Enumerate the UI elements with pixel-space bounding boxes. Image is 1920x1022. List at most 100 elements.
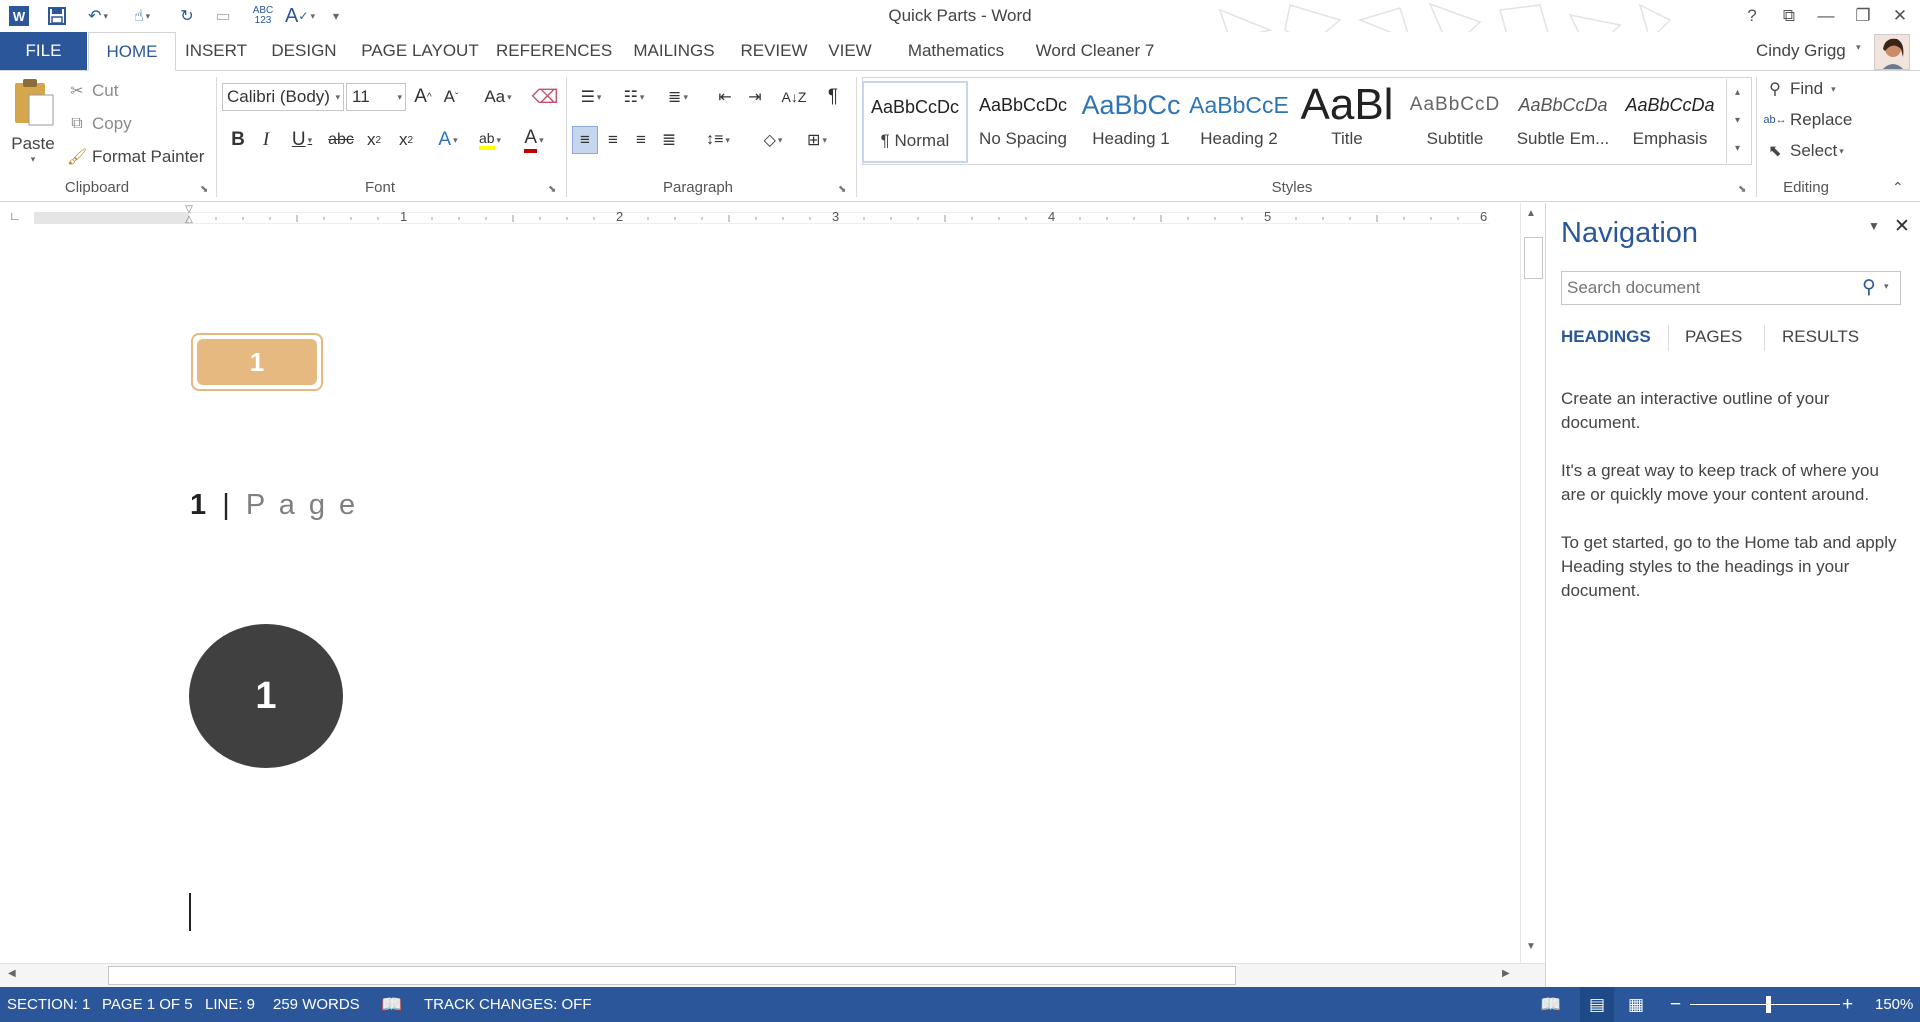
page-number-badge[interactable]: 1 bbox=[191, 333, 323, 391]
borders-icon[interactable]: ⊞ ▾ bbox=[796, 126, 838, 154]
copy-button[interactable]: ⧉ Copy bbox=[66, 113, 131, 135]
select-button[interactable]: ⬉ Select ▾ bbox=[1764, 140, 1843, 162]
styles-launcher-icon[interactable]: ⬊ bbox=[1738, 184, 1746, 195]
close-icon[interactable]: ✕ bbox=[1883, 2, 1917, 30]
tab-references[interactable]: REFERENCES bbox=[496, 32, 612, 70]
document-page[interactable]: 1 1 | P a g e 1 bbox=[0, 233, 1545, 963]
tab-mathematics[interactable]: Mathematics bbox=[896, 32, 1016, 70]
circle-page-number[interactable]: 1 bbox=[189, 624, 343, 768]
comment-icon[interactable]: ▭ bbox=[210, 4, 236, 28]
styles-scroll[interactable]: ▴ ▾ ▾ bbox=[1726, 79, 1748, 163]
tab-review[interactable]: REVIEW bbox=[736, 32, 812, 70]
status-page[interactable]: PAGE 1 OF 5 bbox=[102, 987, 193, 1022]
zoom-in-button[interactable]: + bbox=[1842, 987, 1853, 1022]
paste-dropdown-icon[interactable]: ▾ bbox=[8, 154, 58, 165]
web-layout-icon[interactable]: ▦ bbox=[1628, 987, 1644, 1022]
pane-close-icon[interactable]: ✕ bbox=[1894, 215, 1910, 238]
style-subtitle[interactable]: AaBbCcD Subtitle bbox=[1402, 81, 1508, 163]
style-no-spacing[interactable]: AaBbCcDc No Spacing bbox=[970, 81, 1076, 163]
font-size-dropdown-icon[interactable]: ▾ bbox=[397, 84, 402, 110]
text-effects-icon[interactable]: A ▾ bbox=[430, 126, 466, 154]
tab-insert[interactable]: INSERT bbox=[180, 32, 252, 70]
shrink-font-icon[interactable]: Aˇ bbox=[438, 83, 464, 111]
clear-formatting-icon[interactable]: ⌫ bbox=[532, 83, 559, 111]
scroll-up-icon[interactable]: ▲ bbox=[1526, 208, 1536, 219]
ribbon-display-options-icon[interactable]: ⧉ bbox=[1772, 2, 1806, 30]
tab-home[interactable]: HOME bbox=[88, 32, 176, 71]
font-launcher-icon[interactable]: ⬊ bbox=[548, 184, 556, 195]
align-left-icon[interactable]: ≡ bbox=[572, 126, 598, 154]
horizontal-scrollbar[interactable]: ◀ ▶ bbox=[0, 963, 1545, 987]
tab-selector-icon[interactable]: ∟ bbox=[6, 209, 24, 227]
search-document-box[interactable]: ⚲ ▾ bbox=[1561, 271, 1901, 305]
customize-qat-icon[interactable]: ▾ bbox=[326, 4, 346, 28]
proofing-icon[interactable]: 📖 bbox=[381, 987, 402, 1022]
word-app-icon[interactable]: W bbox=[6, 4, 32, 28]
grow-font-icon[interactable]: A ^ bbox=[410, 83, 436, 111]
search-input[interactable] bbox=[1562, 272, 1852, 304]
search-icon[interactable]: ⚲ bbox=[1862, 276, 1876, 299]
align-center-icon[interactable]: ≡ bbox=[600, 126, 626, 154]
help-icon[interactable]: ? bbox=[1735, 2, 1769, 30]
style-heading-1[interactable]: AaBbCc Heading 1 bbox=[1078, 81, 1184, 163]
styles-more-icon[interactable]: ▾ bbox=[1727, 135, 1748, 163]
style-subtle-emphasis[interactable]: AaBbCcDa Subtle Em... bbox=[1510, 81, 1616, 163]
zoom-out-button[interactable]: − bbox=[1670, 987, 1681, 1022]
change-case-icon[interactable]: Aa ▾ bbox=[476, 83, 520, 111]
restore-icon[interactable]: ❐ bbox=[1846, 2, 1880, 30]
undo-icon[interactable]: ↶ ▾ bbox=[80, 4, 116, 28]
highlight-color-icon[interactable]: ab ▾ bbox=[470, 126, 510, 154]
styles-down-icon[interactable]: ▾ bbox=[1727, 107, 1748, 135]
scroll-left-icon[interactable]: ◀ bbox=[8, 968, 16, 979]
status-track-changes[interactable]: TRACK CHANGES: OFF bbox=[424, 987, 592, 1022]
justify-icon[interactable]: ≣ bbox=[656, 126, 682, 154]
underline-icon[interactable]: U ▾ bbox=[282, 126, 322, 154]
paragraph-launcher-icon[interactable]: ⬊ bbox=[838, 184, 846, 195]
style-emphasis[interactable]: AaBbCcDa Emphasis bbox=[1618, 81, 1722, 163]
spelling-icon[interactable]: ABC 123 bbox=[248, 4, 278, 28]
align-right-icon[interactable]: ≡ bbox=[628, 126, 654, 154]
avatar[interactable] bbox=[1874, 34, 1910, 70]
horizontal-scroll-thumb[interactable] bbox=[108, 966, 1236, 985]
style-title[interactable]: AaBl Title bbox=[1294, 81, 1400, 163]
format-painter-button[interactable]: 🖌 Format Painter bbox=[66, 146, 205, 168]
tab-mailings[interactable]: MAILINGS bbox=[624, 32, 724, 70]
superscript-icon[interactable]: x2 bbox=[392, 126, 420, 154]
show-formatting-icon[interactable]: ¶ bbox=[820, 83, 846, 111]
clipboard-launcher-icon[interactable]: ⬊ bbox=[200, 184, 208, 195]
save-icon[interactable] bbox=[44, 4, 70, 28]
vertical-scroll-thumb[interactable] bbox=[1524, 237, 1543, 279]
shading-icon[interactable]: ◇ ▾ bbox=[752, 126, 794, 154]
tab-file[interactable]: FILE bbox=[0, 32, 87, 70]
vertical-scrollbar[interactable]: ▲ ▼ bbox=[1520, 203, 1545, 963]
style-normal[interactable]: AaBbCcDc ¶ Normal bbox=[862, 81, 968, 163]
search-options-icon[interactable]: ▾ bbox=[1884, 281, 1889, 292]
style-heading-2[interactable]: AaBbCcE Heading 2 bbox=[1186, 81, 1292, 163]
bold-icon[interactable]: B bbox=[226, 126, 250, 154]
scroll-down-icon[interactable]: ▼ bbox=[1526, 941, 1536, 952]
pane-options-icon[interactable]: ▼ bbox=[1868, 219, 1880, 233]
tab-results[interactable]: RESULTS bbox=[1782, 327, 1859, 347]
status-words[interactable]: 259 WORDS bbox=[273, 987, 360, 1022]
zoom-level[interactable]: 150% bbox=[1875, 987, 1913, 1022]
zoom-slider-thumb[interactable] bbox=[1766, 996, 1771, 1013]
font-color-icon[interactable]: A ▾ bbox=[514, 126, 554, 154]
scroll-right-icon[interactable]: ▶ bbox=[1502, 968, 1510, 979]
tab-page-layout[interactable]: PAGE LAYOUT bbox=[356, 32, 484, 70]
read-mode-icon[interactable]: 📖 bbox=[1540, 987, 1561, 1022]
paste-button[interactable]: Paste ▾ bbox=[8, 77, 58, 175]
status-section[interactable]: SECTION: 1 bbox=[7, 987, 90, 1022]
decrease-indent-icon[interactable]: ⇤ bbox=[712, 83, 738, 111]
font-name-field[interactable]: Calibri (Body) ▾ bbox=[222, 83, 344, 111]
subscript-icon[interactable]: x2 bbox=[360, 126, 388, 154]
cut-button[interactable]: ✂ Cut bbox=[66, 80, 118, 102]
bullets-icon[interactable]: ☰ ▾ bbox=[572, 83, 610, 111]
increase-indent-icon[interactable]: ⇥ bbox=[742, 83, 768, 111]
font-name-dropdown-icon[interactable]: ▾ bbox=[335, 84, 340, 110]
minimize-icon[interactable]: — bbox=[1809, 2, 1843, 30]
sort-icon[interactable]: A↓Z bbox=[780, 83, 808, 111]
replace-button[interactable]: ab↔ Replace bbox=[1763, 109, 1852, 131]
zoom-slider-track[interactable] bbox=[1690, 1004, 1840, 1005]
user-menu-chevron-icon[interactable]: ▾ bbox=[1856, 42, 1861, 53]
italic-icon[interactable]: I bbox=[254, 126, 278, 154]
